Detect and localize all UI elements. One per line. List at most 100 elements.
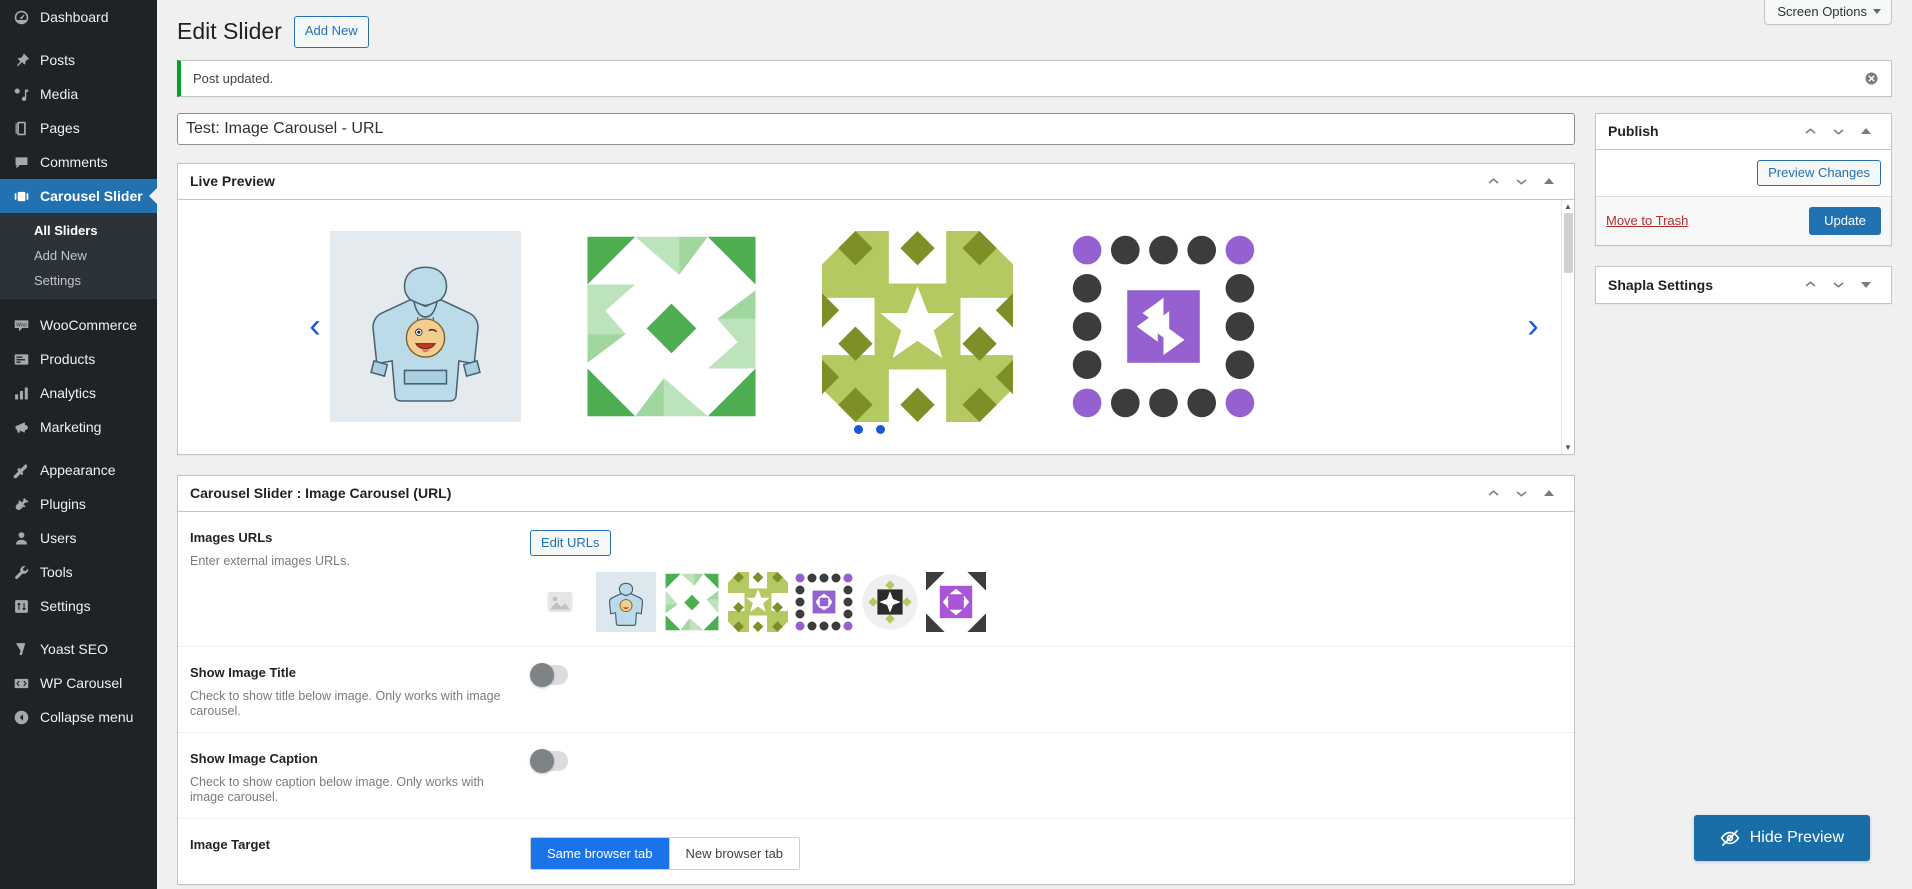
image-thumbnail[interactable] — [662, 571, 722, 632]
move-down-icon[interactable] — [1825, 272, 1851, 298]
image-thumbnail[interactable] — [596, 571, 656, 632]
admin-sidebar: Dashboard Posts Media Pages Comments Car… — [0, 0, 157, 889]
post-body: Live Preview — [177, 112, 1892, 889]
shapla-settings-postbox: Shapla Settings — [1595, 265, 1892, 304]
screen-meta: Screen Options — [1764, 0, 1892, 25]
carousel-slide[interactable] — [576, 231, 767, 423]
sidebar-item-tools[interactable]: Tools — [0, 555, 157, 589]
field-control: Edit URLs — [530, 529, 1562, 632]
settings-icon — [11, 596, 31, 616]
sidebar-item-settings[interactable]: Settings — [0, 589, 157, 623]
preview-changes-button[interactable]: Preview Changes — [1757, 159, 1881, 186]
purple-star-thumbnail — [926, 571, 986, 632]
screen-options-label: Screen Options — [1777, 4, 1867, 19]
scroll-up-icon[interactable]: ▲ — [1562, 200, 1574, 213]
field-control: Same browser tab New browser tab — [530, 836, 1562, 870]
sidebar-item-label: Users — [40, 530, 77, 546]
scroll-down-icon[interactable]: ▼ — [1562, 441, 1574, 454]
image-target-option-same-tab[interactable]: Same browser tab — [531, 837, 670, 869]
comments-icon — [11, 152, 31, 172]
sidebar-item-carousel-slider[interactable]: Carousel Slider — [0, 179, 157, 213]
sidebar-item-label: Comments — [40, 154, 108, 170]
sidebar-item-wp-carousel[interactable]: WP Carousel — [0, 666, 157, 700]
postbox-handle-actions — [1797, 272, 1879, 298]
sidebar-item-label: Tools — [40, 564, 73, 580]
move-up-icon[interactable] — [1797, 272, 1823, 298]
toggle-panel-icon[interactable] — [1536, 168, 1562, 194]
submenu-item-all-sliders[interactable]: All Sliders — [0, 218, 157, 243]
sidebar-item-appearance[interactable]: Appearance — [0, 453, 157, 487]
move-up-icon[interactable] — [1480, 480, 1506, 506]
menu-separator — [0, 299, 157, 308]
sidebar-item-products[interactable]: Products — [0, 342, 157, 376]
carousel-slide[interactable] — [330, 231, 521, 423]
image-thumbnail[interactable] — [926, 571, 986, 632]
image-thumbnail[interactable] — [794, 571, 854, 632]
move-down-icon[interactable] — [1825, 118, 1851, 144]
sidebar-item-media[interactable]: Media — [0, 77, 157, 111]
carousel-slide[interactable] — [804, 231, 1031, 423]
update-button[interactable]: Update — [1809, 206, 1881, 235]
move-up-icon[interactable] — [1797, 118, 1823, 144]
field-description: Check to show caption below image. Only … — [190, 774, 484, 804]
carousel-slide[interactable] — [1068, 231, 1259, 423]
move-down-icon[interactable] — [1508, 168, 1534, 194]
image-thumbnail[interactable] — [860, 571, 920, 632]
olive-pattern-thumbnail — [728, 571, 788, 632]
preview-scrollbar[interactable]: ▲ ▼ — [1561, 199, 1574, 454]
sidebar-item-posts[interactable]: Posts — [0, 43, 157, 77]
sidebar-item-analytics[interactable]: Analytics — [0, 376, 157, 410]
hoodie-image — [370, 266, 481, 403]
add-new-button[interactable]: Add New — [293, 16, 369, 48]
edit-urls-button[interactable]: Edit URLs — [530, 529, 611, 556]
publish-postbox: Publish Preview Changes Move to Trash Up… — [1595, 112, 1892, 246]
carousel-dot[interactable] — [876, 424, 885, 434]
sidebar-item-users[interactable]: Users — [0, 521, 157, 555]
yoast-seo-icon — [11, 639, 31, 659]
sidebar-item-collapse-menu[interactable]: Collapse menu — [0, 700, 157, 734]
toggle-knob — [530, 748, 554, 773]
move-up-icon[interactable] — [1480, 168, 1506, 194]
carousel-track — [178, 231, 1574, 423]
close-icon[interactable] — [1861, 68, 1881, 88]
show-image-caption-toggle[interactable] — [530, 748, 568, 773]
scrollbar-thumb[interactable] — [1564, 212, 1573, 273]
toggle-panel-icon[interactable] — [1536, 480, 1562, 506]
postbox-handle-actions — [1480, 168, 1562, 194]
add-image-placeholder[interactable] — [530, 571, 590, 632]
sidebar-item-dashboard[interactable]: Dashboard — [0, 0, 157, 34]
carousel-next-arrow[interactable]: › — [1518, 307, 1548, 345]
carousel-dot[interactable] — [854, 424, 863, 434]
submenu-item-add-new[interactable]: Add New — [0, 243, 157, 268]
publish-minor-actions: Preview Changes — [1596, 150, 1891, 197]
toggle-panel-icon[interactable] — [1853, 272, 1879, 298]
submenu-item-settings[interactable]: Settings — [0, 268, 157, 293]
screen-options-button[interactable]: Screen Options — [1764, 0, 1892, 25]
image-thumbnail-strip — [530, 571, 1562, 632]
image-target-option-new-tab[interactable]: New browser tab — [669, 837, 800, 869]
post-title-input[interactable] — [177, 112, 1575, 145]
move-to-trash-link[interactable]: Move to Trash — [1606, 213, 1688, 228]
sidebar-item-comments[interactable]: Comments — [0, 145, 157, 179]
sidebar-item-pages[interactable]: Pages — [0, 111, 157, 145]
toggle-panel-icon[interactable] — [1853, 118, 1879, 144]
chevron-down-icon — [1873, 9, 1881, 14]
sidebar-item-plugins[interactable]: Plugins — [0, 487, 157, 521]
field-images-urls: Images URLs Enter external images URLs. … — [178, 512, 1574, 647]
image-thumbnail[interactable] — [728, 571, 788, 632]
carousel-settings-body: Images URLs Enter external images URLs. … — [178, 512, 1574, 884]
show-image-title-toggle[interactable] — [530, 662, 568, 687]
sidebar-item-woocommerce[interactable]: Woo WooCommerce — [0, 308, 157, 342]
hide-preview-button[interactable]: Hide Preview — [1693, 815, 1870, 861]
carousel-slider-icon — [11, 186, 31, 206]
move-down-icon[interactable] — [1508, 480, 1534, 506]
postbox-handle-actions — [1480, 480, 1562, 506]
field-label: Images URLs — [190, 529, 273, 545]
live-preview-title: Live Preview — [190, 173, 275, 190]
live-preview-postbox: Live Preview ‹ › ▲ ▼ — [177, 162, 1575, 455]
analytics-icon — [11, 383, 31, 403]
sidebar-item-label: Collapse menu — [40, 709, 134, 725]
sidebar-item-yoast-seo[interactable]: Yoast SEO — [0, 632, 157, 666]
sidebar-item-marketing[interactable]: Marketing — [0, 410, 157, 444]
carousel-prev-arrow[interactable]: ‹ — [300, 307, 330, 345]
